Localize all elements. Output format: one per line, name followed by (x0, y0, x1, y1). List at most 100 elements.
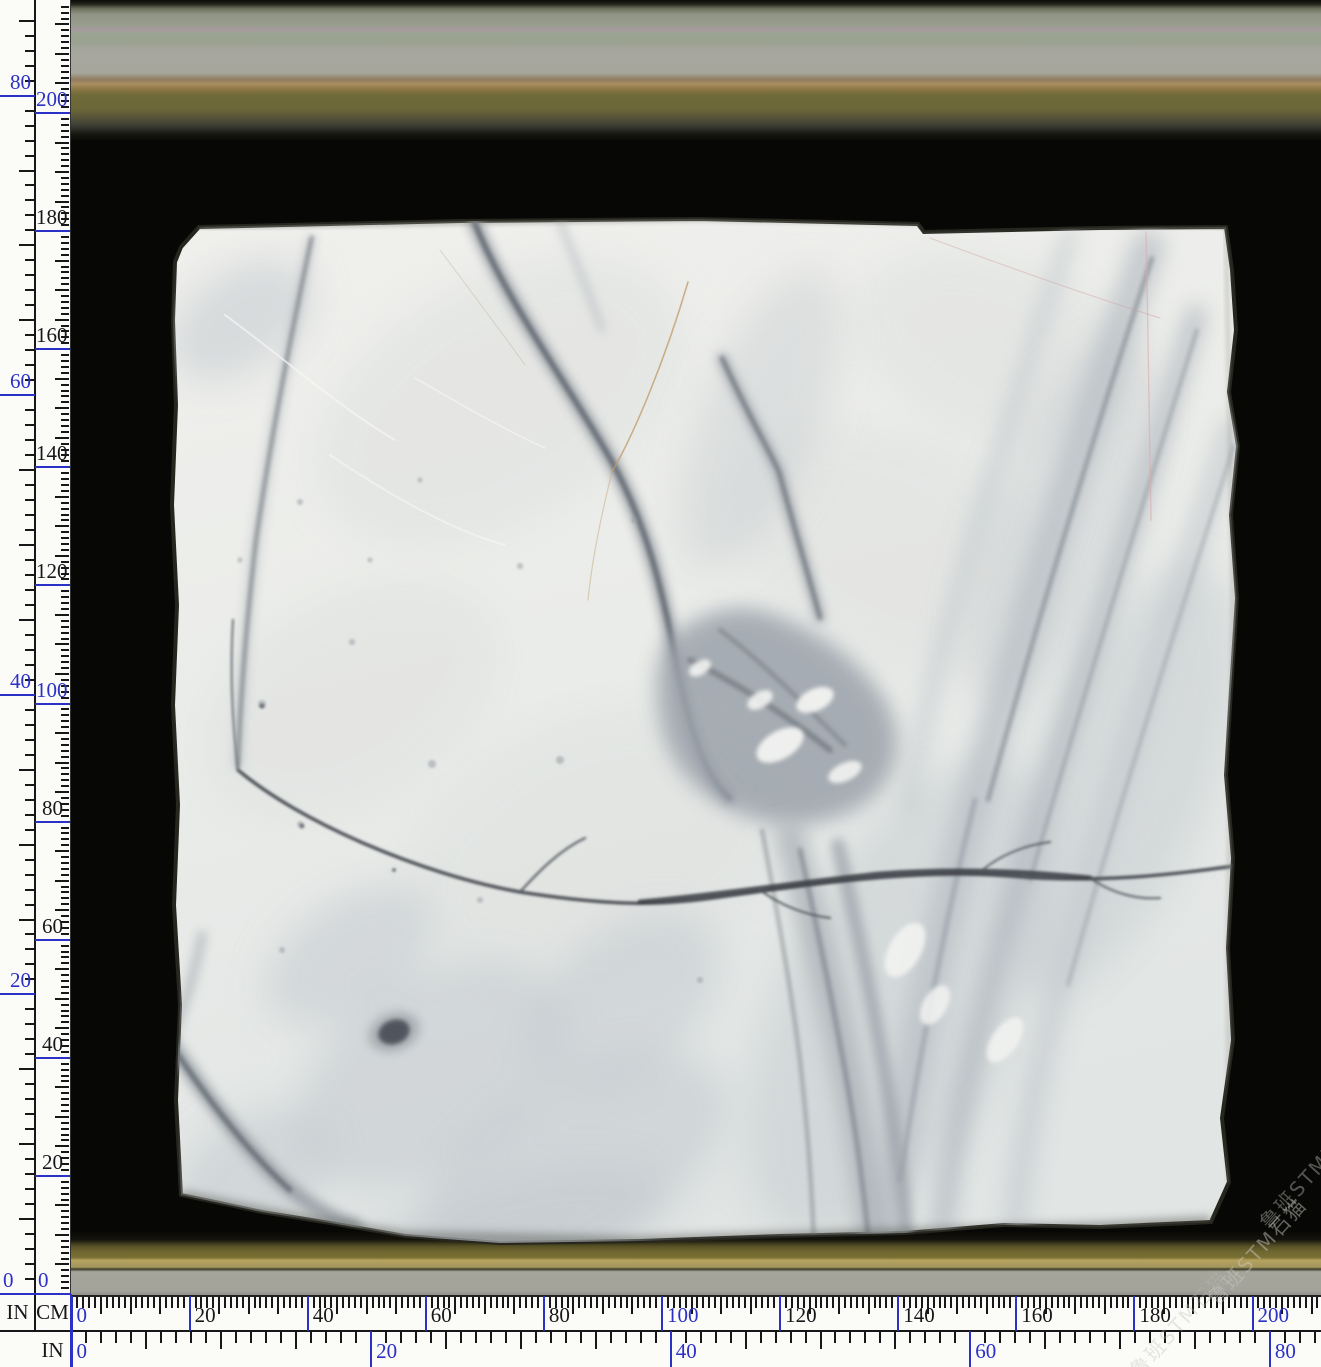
ruler-tick (183, 1297, 185, 1308)
ruler-tick (874, 1297, 876, 1308)
ruler-tick (55, 732, 69, 734)
ruler-tick (986, 1297, 988, 1314)
ruler-tick (171, 1297, 173, 1308)
ruler-tick (61, 183, 69, 185)
ruler-tick (25, 1173, 34, 1175)
vertical-inch-ruler-label: 0 (3, 1268, 23, 1292)
ruler-tick (61, 596, 69, 598)
ruler-major-line (1133, 1296, 1135, 1331)
ruler-tick (974, 1297, 976, 1308)
ruler-tick (25, 274, 34, 276)
ruler-tick (401, 1297, 403, 1308)
ruler-major-line (35, 821, 70, 823)
horizontal-inch-ruler-label: 60 (975, 1339, 1035, 1363)
ruler-tick (295, 1332, 297, 1349)
ruler-tick (25, 664, 34, 666)
ruler-tick (732, 1297, 734, 1308)
ruler-tick (61, 1128, 69, 1130)
ruler-tick (25, 1248, 34, 1250)
ruler-tick (61, 147, 69, 149)
ruler-tick (525, 1297, 527, 1308)
ruler-tick (61, 856, 69, 858)
ruler-tick (61, 714, 69, 716)
ruler-tick (61, 1287, 69, 1289)
ruler-tick (61, 354, 69, 356)
ruler-tick (61, 986, 69, 988)
vertical-cm-ruler-label: 200 (36, 87, 63, 111)
ruler-tick (61, 1187, 69, 1189)
ruler-tick (61, 502, 69, 504)
ruler-tick (507, 1297, 509, 1308)
ruler-tick (55, 53, 69, 55)
ruler-tick (61, 242, 69, 244)
ruler-tick (595, 1332, 597, 1349)
ruler-tick (25, 1128, 34, 1130)
ruler-tick (649, 1297, 651, 1308)
ruler-tick (25, 963, 34, 965)
ruler-tick (25, 349, 34, 351)
ruler-tick (19, 544, 34, 546)
ruler-tick (61, 838, 69, 840)
ruler-tick (61, 6, 69, 8)
ruler-tick (25, 784, 34, 786)
ruler-tick (1228, 1297, 1230, 1308)
ruler-tick (1149, 1332, 1151, 1343)
ruler-tick (61, 413, 69, 415)
horizontal-cm-ruler-label: 60 (431, 1303, 491, 1327)
ruler-tick (535, 1332, 537, 1343)
ruler-tick (19, 244, 34, 246)
ruler-tick (1104, 1297, 1106, 1314)
ruler-major-line (425, 1296, 427, 1331)
ruler-tick (25, 574, 34, 576)
ruler-tick (413, 1297, 415, 1308)
horizontal-inch-ruler-label: 40 (676, 1339, 736, 1363)
ruler-tick (502, 1297, 504, 1308)
ruler-tick (61, 189, 69, 191)
ruler-tick (610, 1332, 612, 1343)
ruler-tick (25, 634, 34, 636)
ruler-tick (61, 945, 69, 947)
ruler-tick (61, 514, 69, 516)
ruler-tick (355, 1332, 357, 1343)
ruler-tick (61, 785, 69, 787)
ruler-major-line (661, 1296, 663, 1331)
vertical-inch-ruler-label: 80 (0, 70, 31, 94)
ruler-tick (998, 1297, 1000, 1308)
ruler-tick (61, 508, 69, 510)
ruler-tick (61, 18, 69, 20)
ruler-tick (61, 35, 69, 37)
ruler-tick (289, 1297, 291, 1308)
vertical-cm-ruler-label: 160 (36, 323, 63, 347)
ruler-tick (55, 437, 69, 439)
ruler-tick (395, 1297, 397, 1314)
ruler-tick (61, 301, 69, 303)
ruler-tick (61, 71, 69, 73)
ruler-tick (885, 1297, 887, 1308)
ruler-tick (55, 643, 69, 645)
ruler-tick (283, 1297, 285, 1308)
ruler-tick (25, 334, 34, 336)
ruler-tick (61, 248, 69, 250)
ruler-tick (61, 844, 69, 846)
ruler-tick (25, 799, 34, 801)
ruler-tick (61, 12, 69, 14)
ruler-tick (1179, 1332, 1181, 1343)
ruler-major-line (35, 1057, 70, 1059)
ruler-tick (55, 1086, 69, 1088)
ruler-tick (954, 1332, 956, 1343)
ruler-tick (177, 1297, 179, 1308)
ruler-tick (61, 956, 69, 958)
ruler-tick (19, 769, 34, 771)
ruler-tick (1089, 1332, 1091, 1343)
ruler-tick (19, 170, 34, 172)
ruler-tick (61, 124, 69, 126)
ruler-tick (61, 431, 69, 433)
ruler-tick (850, 1297, 852, 1308)
ruler-tick (25, 874, 34, 876)
ruler-tick (61, 1134, 69, 1136)
ruler-tick (61, 992, 69, 994)
vertical-cm-ruler-label: 40 (36, 1032, 63, 1056)
ruler-tick (61, 1269, 69, 1271)
ruler-tick (61, 295, 69, 297)
ruler-tick (25, 1233, 34, 1235)
